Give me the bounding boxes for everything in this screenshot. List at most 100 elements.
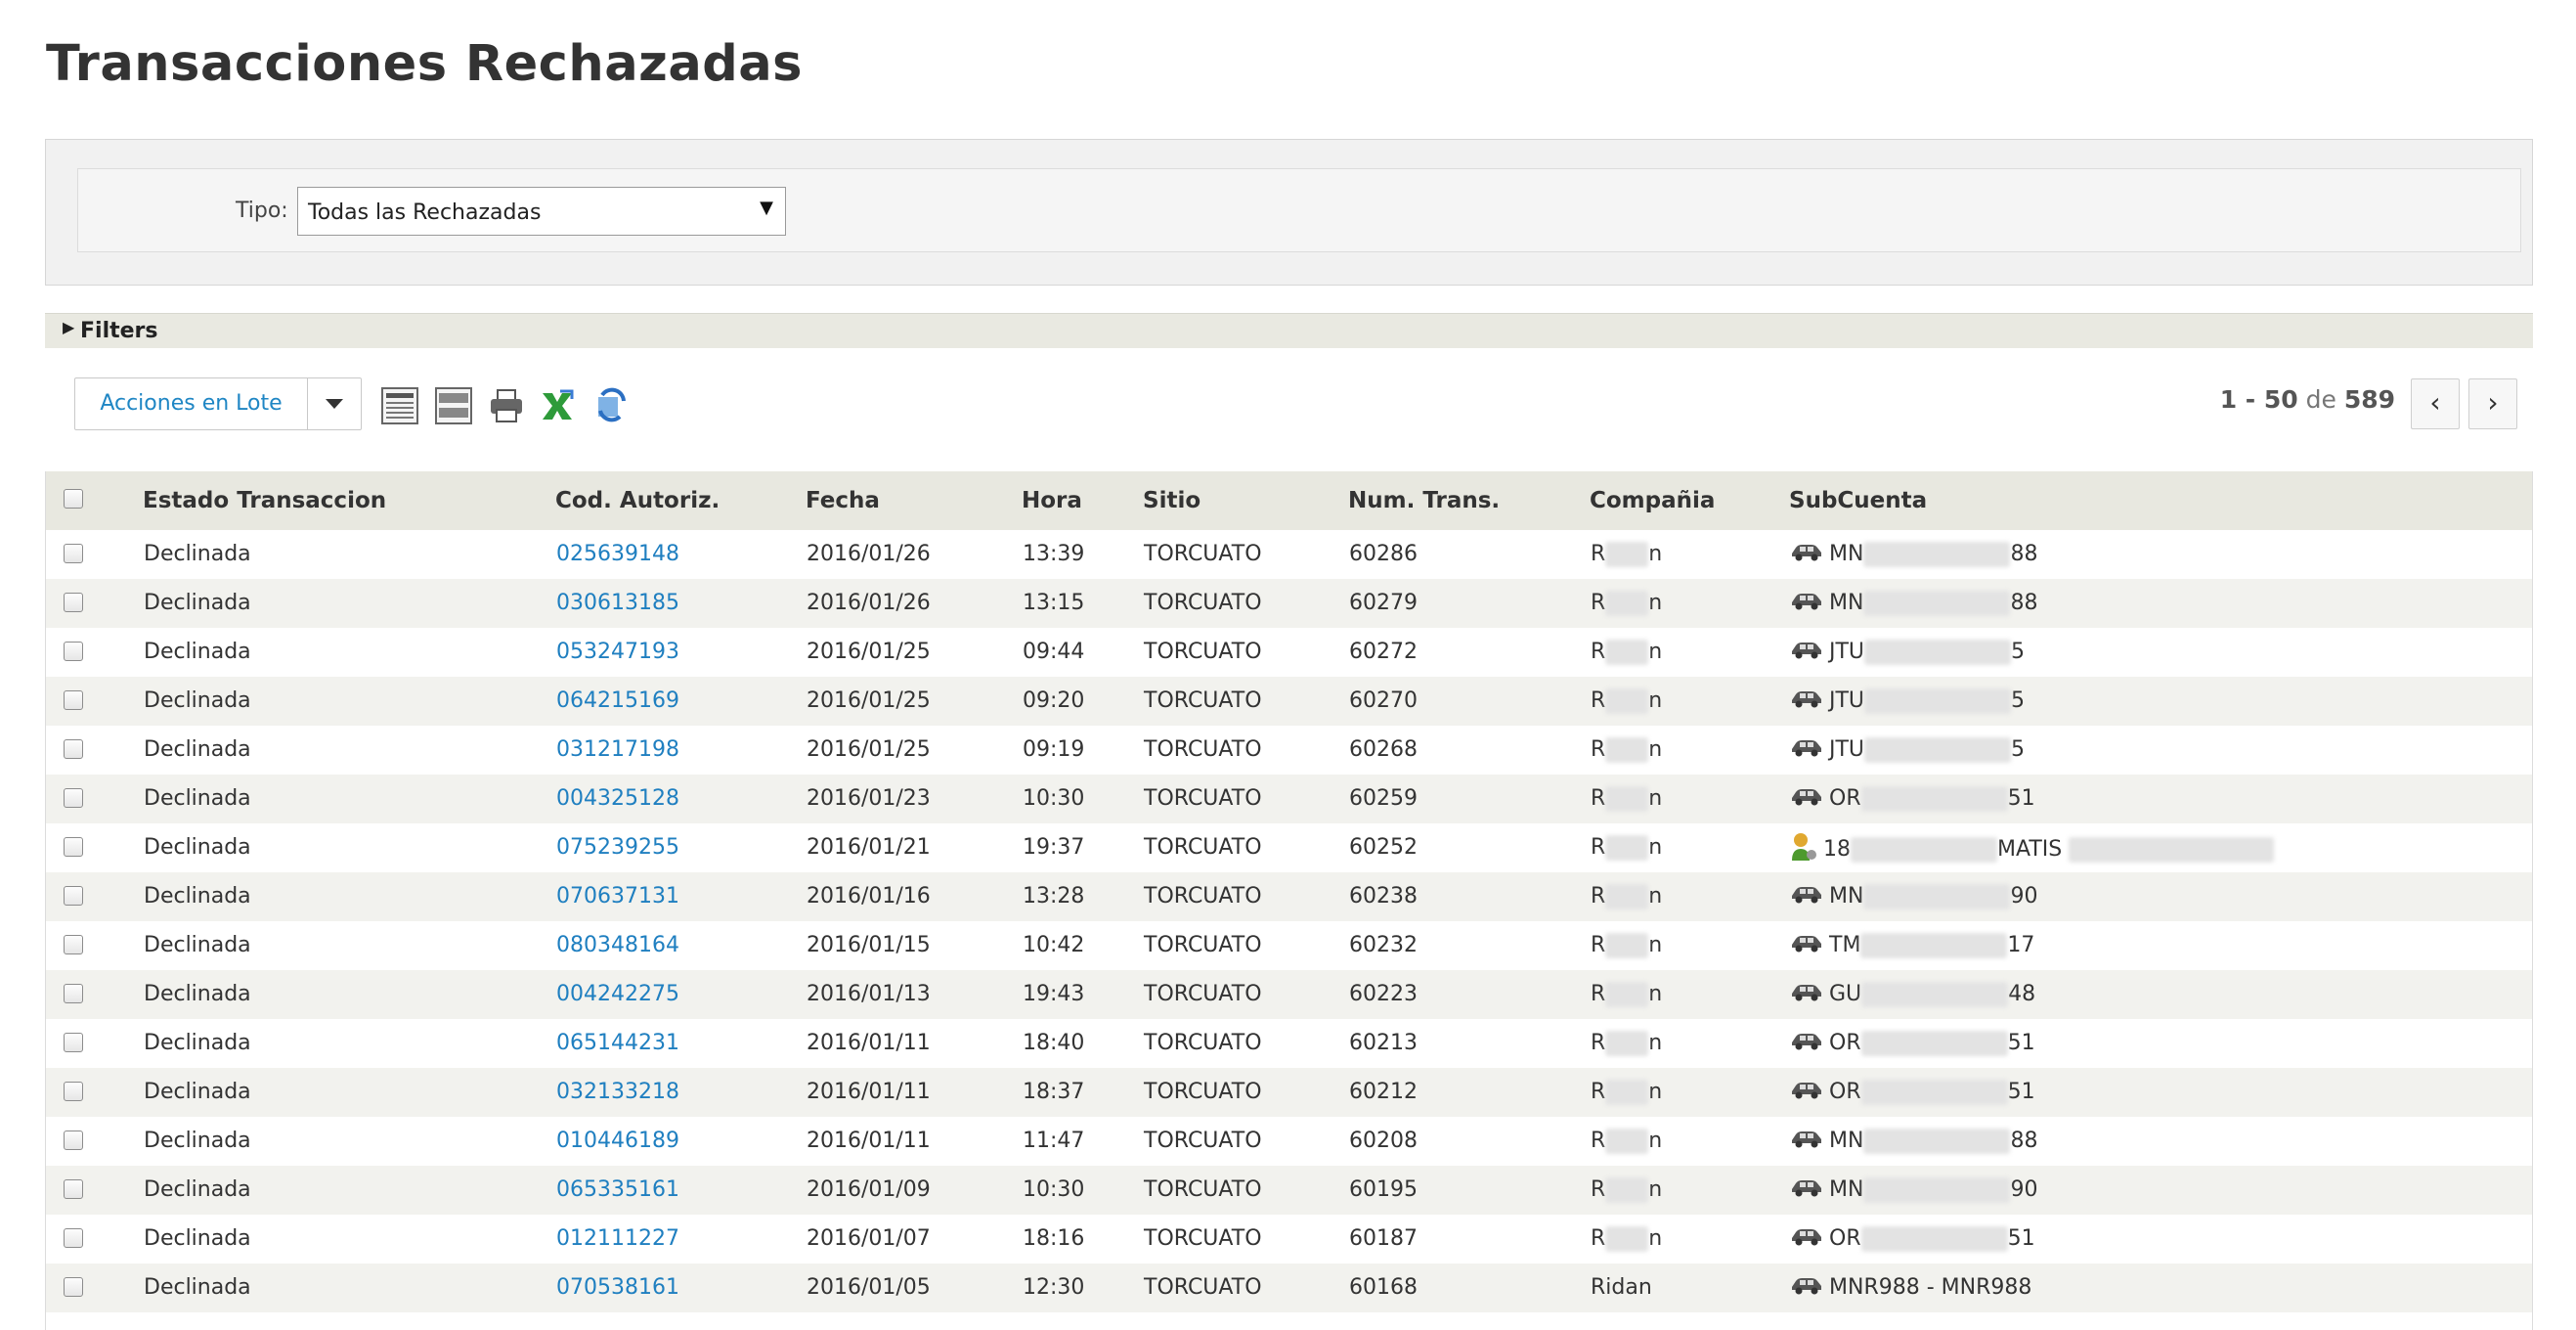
table-row[interactable]: Declinada 064215169 2016/01/25 09:20 TORCUAT… — [46, 677, 2532, 726]
cod-autoriz-link[interactable]: 080348164 — [556, 933, 679, 957]
table-row[interactable]: Declinada 065335161 2016/01/09 10:30 TORCUAT… — [46, 1166, 2532, 1215]
column-header[interactable]: Cod. Autoriz. — [555, 488, 720, 513]
compania-text-start: R — [1591, 1177, 1606, 1202]
compania-text-end: n — [1648, 1226, 1663, 1251]
sitio-cell: TORCUATO — [1144, 933, 1262, 957]
excel-export-icon[interactable] — [539, 387, 576, 424]
car-icon — [1790, 982, 1823, 1007]
column-header[interactable]: Estado Transaccion — [143, 488, 386, 513]
table-row[interactable]: Declinada 030613185 2016/01/26 13:15 TORCUAT… — [46, 579, 2532, 628]
row-checkbox[interactable] — [64, 935, 83, 954]
person-icon — [1790, 831, 1817, 868]
cod-autoriz-link[interactable]: 012111227 — [556, 1226, 679, 1251]
cod-autoriz-link[interactable]: 030613185 — [556, 591, 679, 615]
column-header[interactable]: Sitio — [1143, 488, 1201, 513]
num-trans-cell: 60223 — [1349, 982, 1418, 1006]
subcuenta-text-start: OR — [1829, 1226, 1861, 1251]
batch-actions-dropdown[interactable] — [308, 378, 361, 429]
compania-text-start: R — [1591, 1031, 1606, 1055]
row-checkbox[interactable] — [64, 1277, 83, 1297]
compania-cell: Rn — [1591, 884, 1662, 909]
row-checkbox[interactable] — [64, 690, 83, 710]
compania-text-start: R — [1591, 1226, 1606, 1251]
estado-cell: Declinada — [144, 1177, 251, 1202]
column-header[interactable]: SubCuenta — [1789, 488, 1927, 513]
filters-toggle[interactable]: ▶ Filters — [45, 313, 2533, 348]
row-checkbox[interactable] — [64, 1179, 83, 1199]
hora-cell: 09:44 — [1023, 640, 1085, 664]
cod-autoriz-link[interactable]: 032133218 — [556, 1080, 679, 1104]
cod-autoriz-link[interactable]: 004242275 — [556, 982, 679, 1006]
row-checkbox[interactable] — [64, 1228, 83, 1248]
cod-autoriz-link[interactable]: 070538161 — [556, 1275, 679, 1300]
cod-autoriz-link[interactable]: 064215169 — [556, 688, 679, 713]
cod-autoriz-link[interactable]: 025639148 — [556, 542, 679, 566]
table-row[interactable]: Declinada 012111227 2016/01/07 18:16 TORCUAT… — [46, 1215, 2532, 1264]
num-trans-cell: 60268 — [1349, 737, 1418, 762]
row-checkbox[interactable] — [64, 544, 83, 563]
next-page-button[interactable]: › — [2468, 378, 2517, 429]
row-checkbox[interactable] — [64, 1082, 83, 1101]
table-row[interactable]: Declinada 080348164 2016/01/15 10:42 TORCUAT… — [46, 921, 2532, 970]
cod-autoriz-link[interactable]: 070637131 — [556, 884, 679, 909]
table-row[interactable]: Declinada 070538161 2016/01/05 12:30 TORCUAT… — [46, 1264, 2532, 1312]
row-checkbox[interactable] — [64, 1130, 83, 1150]
row-checkbox[interactable] — [64, 837, 83, 857]
row-checkbox[interactable] — [64, 788, 83, 808]
fecha-cell: 2016/01/11 — [807, 1129, 931, 1153]
cod-autoriz-link[interactable]: 031217198 — [556, 737, 679, 762]
row-checkbox[interactable] — [64, 739, 83, 759]
table-row[interactable]: Declinada 065144231 2016/01/11 18:40 TORCUAT… — [46, 1019, 2532, 1068]
table-row[interactable]: Declinada 025639148 2016/01/26 13:39 TORCUAT… — [46, 530, 2532, 579]
estado-cell: Declinada — [144, 591, 251, 615]
sitio-cell: TORCUATO — [1144, 1275, 1262, 1300]
column-header[interactable]: Fecha — [806, 488, 880, 513]
table-row[interactable]: Declinada 004325128 2016/01/23 10:30 TORCUAT… — [46, 775, 2532, 823]
table-row[interactable]: Declinada 032133218 2016/01/11 18:37 TORCUAT… — [46, 1068, 2532, 1117]
compania-cell: Rn — [1591, 542, 1662, 567]
table-row[interactable]: Declinada 070637131 2016/01/16 13:28 TORCUAT… — [46, 872, 2532, 921]
row-checkbox[interactable] — [64, 1033, 83, 1052]
car-icon — [1790, 542, 1823, 567]
num-trans-cell: 60252 — [1349, 835, 1418, 860]
table-row[interactable]: Declinada 010446189 2016/01/11 11:47 TORCUAT… — [46, 1117, 2532, 1166]
num-trans-cell: 60213 — [1349, 1031, 1418, 1055]
table-row[interactable]: Declinada 053247193 2016/01/25 09:44 TORCUAT… — [46, 628, 2532, 677]
row-checkbox[interactable] — [64, 593, 83, 612]
compania-text-end: n — [1648, 1031, 1663, 1055]
grid-expanded-icon[interactable] — [381, 387, 418, 424]
subcuenta-text-start: JTU — [1829, 737, 1865, 762]
cod-autoriz-link[interactable]: 004325128 — [556, 786, 679, 811]
refresh-icon[interactable] — [592, 387, 630, 424]
column-header[interactable]: Hora — [1022, 488, 1082, 513]
compania-text-end: n — [1648, 1177, 1663, 1202]
column-header[interactable]: Num. Trans. — [1348, 488, 1500, 513]
compania-text-start: R — [1591, 640, 1606, 664]
print-icon[interactable] — [488, 387, 525, 424]
cod-autoriz-link[interactable]: 010446189 — [556, 1129, 679, 1153]
row-checkbox[interactable] — [64, 886, 83, 906]
table-row[interactable]: Declinada 031217198 2016/01/25 09:19 TORCUAT… — [46, 726, 2532, 775]
car-icon — [1790, 1226, 1823, 1252]
prev-page-button[interactable]: ‹ — [2411, 378, 2460, 429]
column-header[interactable]: Compañia — [1590, 488, 1715, 513]
batch-actions-button[interactable]: Acciones en Lote — [75, 378, 308, 429]
table-row[interactable]: Declinada 075239255 2016/01/21 19:37 TORCUAT… — [46, 823, 2532, 872]
sitio-cell: TORCUATO — [1144, 640, 1262, 664]
row-checkbox[interactable] — [64, 642, 83, 661]
subcuenta-text-end: 88 — [2010, 591, 2038, 615]
table-row[interactable]: Declinada 004242275 2016/01/13 19:43 TORCUAT… — [46, 970, 2532, 1019]
cod-autoriz-link[interactable]: 075239255 — [556, 835, 679, 860]
car-icon — [1790, 1177, 1823, 1203]
sitio-cell: TORCUATO — [1144, 1031, 1262, 1055]
select-all-checkbox[interactable] — [64, 489, 83, 509]
tipo-label: Tipo: — [236, 199, 288, 223]
cod-autoriz-link[interactable]: 053247193 — [556, 640, 679, 664]
estado-cell: Declinada — [144, 1275, 251, 1300]
cod-autoriz-link[interactable]: 065335161 — [556, 1177, 679, 1202]
cod-autoriz-link[interactable]: 065144231 — [556, 1031, 679, 1055]
grid-compact-icon[interactable] — [435, 387, 472, 424]
compania-cell: Rn — [1591, 1177, 1662, 1203]
tipo-select[interactable]: Todas las Rechazadas ▼ — [297, 187, 786, 236]
row-checkbox[interactable] — [64, 984, 83, 1003]
